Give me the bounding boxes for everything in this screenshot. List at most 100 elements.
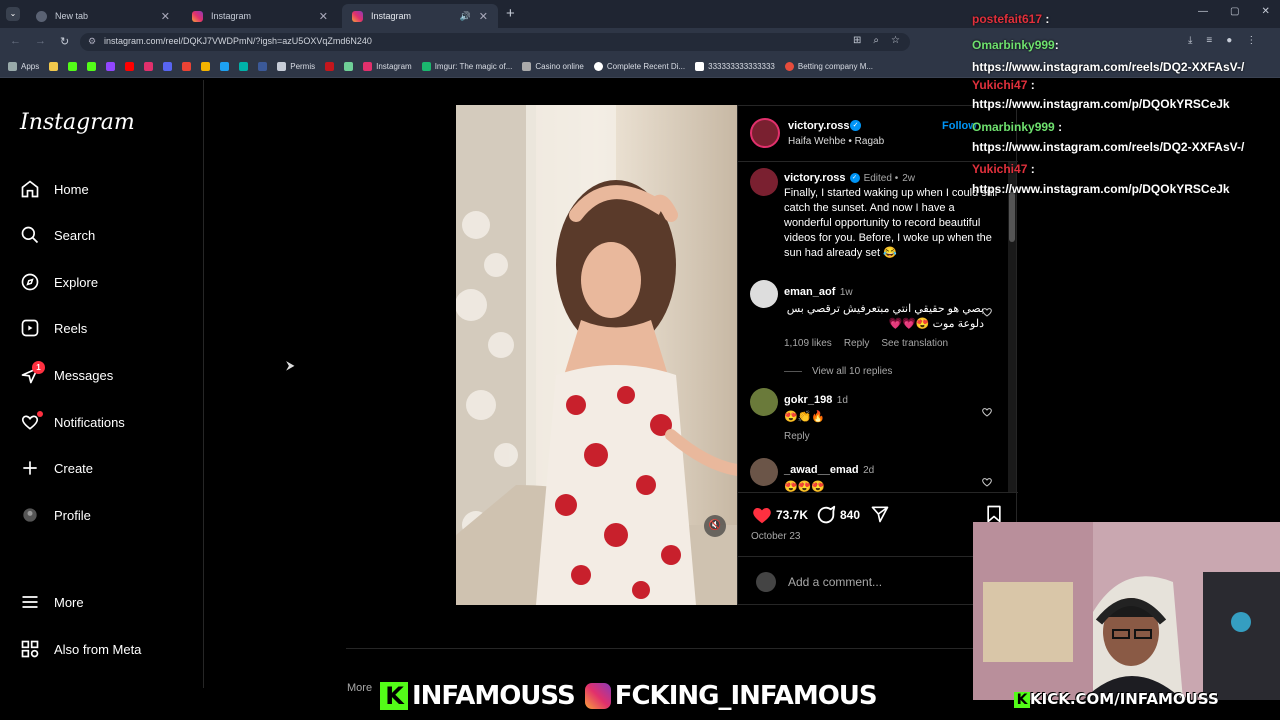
caption-username[interactable]: victory.ross	[784, 172, 846, 184]
comment-username[interactable]: gokr_198	[784, 394, 832, 406]
like-comment-heart-icon[interactable]	[981, 406, 993, 418]
bookmark-casino[interactable]: Casino online	[522, 62, 584, 71]
like-heart-icon[interactable]	[751, 504, 773, 526]
verified-icon: ✓	[850, 120, 861, 131]
reels-icon	[21, 319, 39, 337]
home-icon	[21, 180, 39, 198]
discord-icon[interactable]	[163, 62, 173, 71]
like-comment-heart-icon[interactable]	[981, 306, 993, 318]
own-avatar	[756, 572, 776, 592]
bookmark-x[interactable]: 333333333333333	[695, 62, 775, 71]
add-comment-input[interactable]: Add a comment...	[788, 575, 882, 589]
bookmark-star-icon[interactable]: ☆	[891, 35, 900, 46]
imgur-icon	[421, 62, 431, 71]
close-icon[interactable]: ✕	[161, 10, 170, 23]
commenter-avatar[interactable]	[750, 280, 778, 308]
close-icon[interactable]: ✕	[319, 10, 328, 23]
save-bookmark-icon[interactable]	[984, 504, 1004, 524]
site-info-icon[interactable]: ⚙	[88, 36, 96, 47]
commenter-avatar[interactable]	[750, 388, 778, 416]
likes-count[interactable]: 73.7K	[776, 508, 808, 522]
banner-kick-name: INFAMOUSS	[412, 681, 576, 711]
comment-text: بصي هو حقيقي انتي مبتعرفيش ترقصي بس دلوع…	[786, 303, 984, 330]
comment: _awad__emad 2d 😍😍😍	[784, 460, 984, 493]
bookmark-github[interactable]: Complete Recent Di...	[593, 62, 685, 71]
sidebar-item-home[interactable]: Home	[20, 176, 89, 202]
author-username[interactable]: victory.ross	[788, 120, 850, 132]
bookmark-permis[interactable]: Permis	[277, 62, 315, 71]
comments-count[interactable]: 840	[840, 508, 860, 522]
bookmark-icon[interactable]	[49, 62, 59, 71]
scrollbar-thumb[interactable]	[1009, 192, 1015, 242]
bookmark-icon[interactable]	[220, 62, 230, 71]
close-window-icon[interactable]: ✕	[1261, 6, 1269, 17]
sidebar-item-more[interactable]: More	[20, 589, 84, 615]
like-comment-heart-icon[interactable]	[981, 476, 993, 488]
audio-label[interactable]: Haifa Wehbe • Ragab	[788, 136, 884, 147]
comments-scrollbar[interactable]	[1008, 162, 1016, 492]
sidebar-item-search[interactable]: Search	[20, 222, 95, 248]
comment-likes[interactable]: 1,109 likes	[784, 338, 832, 349]
share-icon[interactable]	[870, 504, 890, 524]
mute-icon[interactable]: 🔇	[704, 515, 726, 537]
sidebar-item-label: Home	[54, 181, 89, 197]
zoom-icon[interactable]: ⌕	[873, 35, 879, 46]
twitch-icon[interactable]	[106, 62, 116, 71]
chat-message: :	[1030, 78, 1035, 92]
tab-instagram-active[interactable]: Instagram 🔊 ✕	[342, 4, 498, 28]
card-icon	[522, 62, 532, 71]
bookmark-icon[interactable]	[344, 62, 354, 71]
sidebar-item-reels[interactable]: Reels	[20, 315, 87, 341]
view-replies-button[interactable]: View all 10 replies	[812, 366, 892, 377]
bookmark-icon[interactable]	[325, 62, 335, 71]
reply-button[interactable]: Reply	[784, 431, 984, 442]
caption-age: 2w	[902, 172, 915, 184]
comment-username[interactable]: _awad__emad	[784, 464, 859, 476]
sidebar-item-create[interactable]: Create	[20, 455, 93, 481]
tab-label: Instagram	[371, 11, 412, 21]
bookmark-apps[interactable]: Apps	[8, 62, 39, 71]
gmail-icon[interactable]	[182, 62, 192, 71]
bookmark-icon[interactable]	[201, 62, 211, 71]
instagram-icon	[352, 10, 363, 22]
speaker-icon[interactable]: 🔊	[460, 11, 471, 22]
url-field[interactable]: ⚙ instagram.com/reel/DQKJ7VWDPmN/?igsh=a…	[80, 33, 910, 51]
minimize-icon[interactable]: —	[1198, 6, 1208, 17]
install-icon[interactable]: ⊞	[853, 35, 861, 46]
tab-new-tab[interactable]: New tab ✕	[26, 4, 180, 28]
sidebar-item-explore[interactable]: Explore	[20, 269, 98, 295]
reel-video[interactable]: 🔇	[456, 105, 737, 605]
kick-icon[interactable]	[87, 62, 97, 71]
forward-icon[interactable]: →	[35, 35, 46, 48]
author-avatar[interactable]	[750, 168, 778, 196]
tab-search-button[interactable]: ⌄	[6, 7, 20, 21]
maximize-icon[interactable]: ▢	[1230, 6, 1239, 17]
back-icon[interactable]: ←	[10, 35, 21, 48]
mouse-cursor: ⮞	[286, 358, 295, 372]
new-tab-button[interactable]: +	[506, 5, 515, 22]
sidebar-item-also-from-meta[interactable]: Also from Meta	[20, 636, 141, 662]
comment-icon[interactable]	[815, 504, 837, 526]
comment: gokr_198 1d 😍👏🔥 Reply	[784, 390, 984, 442]
tab-instagram[interactable]: Instagram ✕	[182, 4, 338, 28]
meta-icon	[21, 640, 39, 658]
youtube-icon[interactable]	[125, 62, 135, 71]
close-icon[interactable]: ✕	[479, 10, 488, 23]
bookmark-icon[interactable]	[258, 62, 268, 71]
kick-icon[interactable]	[68, 62, 78, 71]
reply-button[interactable]: Reply	[844, 338, 870, 349]
author-avatar[interactable]	[750, 118, 780, 148]
bookmark-icon[interactable]	[239, 62, 249, 71]
reload-icon[interactable]: ↻	[60, 35, 69, 48]
comment-username[interactable]: eman_aof	[784, 286, 835, 298]
instagram-icon[interactable]	[144, 62, 154, 71]
bookmark-imgur[interactable]: Imgur: The magic of...	[421, 62, 512, 71]
sidebar-item-profile[interactable]: Profile	[20, 502, 91, 528]
commenter-avatar[interactable]	[750, 458, 778, 486]
see-translation-button[interactable]: See translation	[881, 338, 948, 349]
sidebar-item-notifications[interactable]: Notifications	[20, 409, 125, 435]
bookmark-instagram[interactable]: Instagram	[363, 62, 412, 71]
bookmark-betting[interactable]: Betting company M...	[784, 62, 873, 71]
instagram-logo[interactable]: Instagram	[20, 110, 135, 135]
caption-text: Finally, I started waking up when I coul…	[784, 187, 998, 259]
